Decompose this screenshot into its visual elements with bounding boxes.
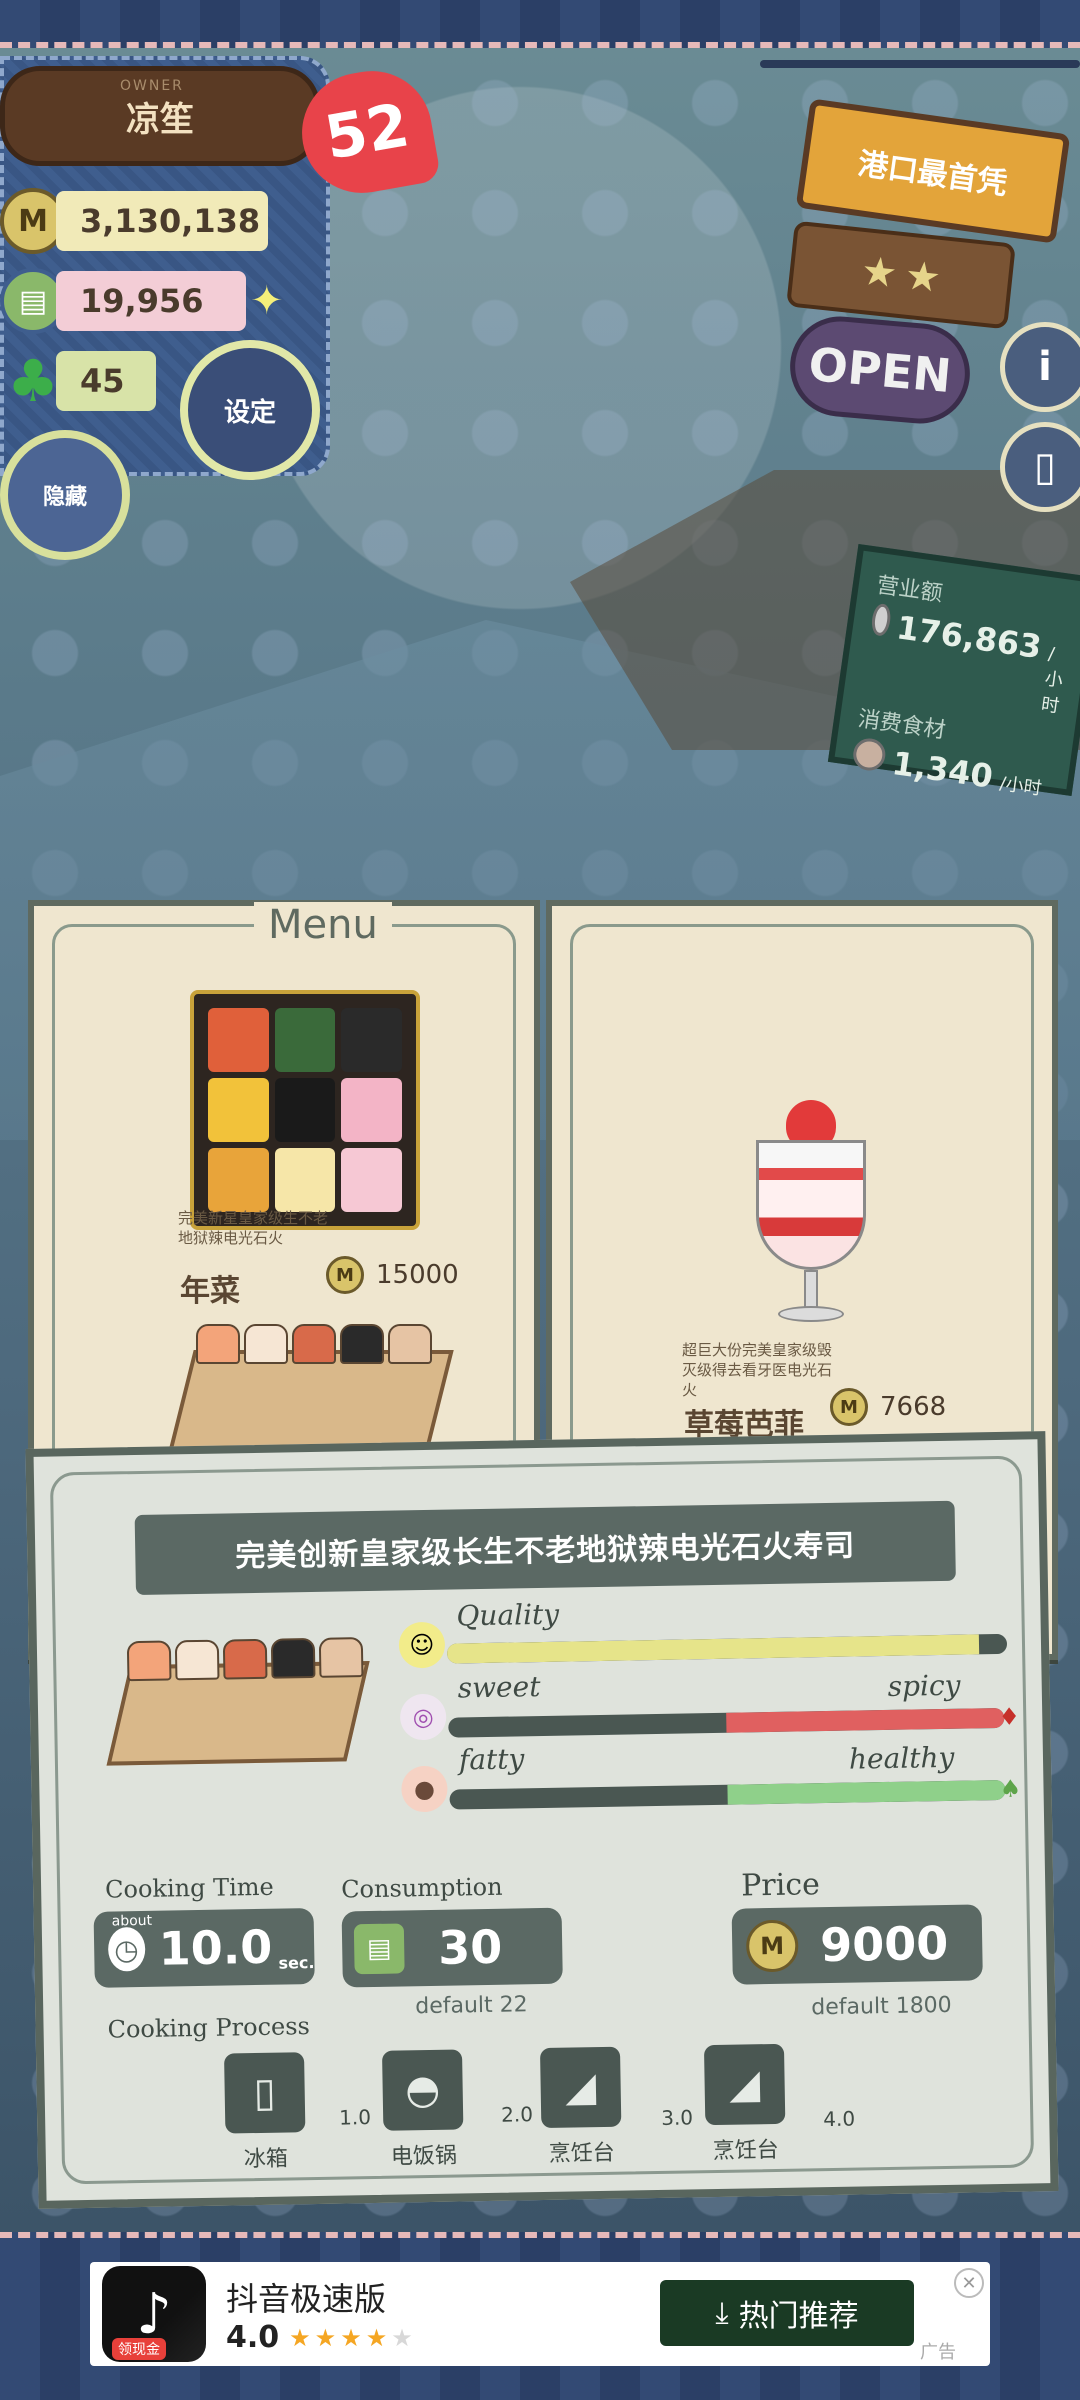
cooking-time-box: about ◷ 10.0 sec. <box>93 1908 315 1988</box>
open-status: OPEN <box>806 336 954 404</box>
consumption-box[interactable]: ▤ 30 <box>341 1907 563 1988</box>
process-step-time: 4.0 <box>823 2106 856 2132</box>
dish-price: M 15000 <box>326 1256 459 1294</box>
coin-icon <box>870 602 892 637</box>
cooking-time-unit: sec. <box>278 1952 315 1973</box>
coin-icon: M <box>745 1919 799 1973</box>
rice-cooker-icon: ◓ <box>382 2049 464 2131</box>
ad-tag: 广告 <box>920 2342 956 2363</box>
ad-rating-value: 4.0 <box>226 2320 280 2355</box>
dish-description: 完美新星皇家级生不老地狱辣电光石火 <box>178 1209 329 1247</box>
healthy-label: healthy <box>848 1740 955 1776</box>
cooking-process-label: Cooking Process <box>107 2012 311 2044</box>
star-icon: ★ <box>858 247 900 298</box>
basket-icon: ▤ <box>353 1923 405 1975</box>
process-step-rice-cooker: ◓ 电饭锅 <box>362 2049 484 2171</box>
ad-cta-label: 热门推荐 <box>738 2299 859 2334</box>
cooking-time-label: Cooking Time <box>104 1872 274 1904</box>
top-border <box>0 0 1080 48</box>
coin-icon: M <box>830 1388 868 1426</box>
revenue-board: 营业额 176,863 /小时 消费食材 1,340 /小时 <box>827 543 1080 800</box>
dish-price: M 7668 <box>830 1388 946 1426</box>
fridge-icon: ▯ <box>224 2052 306 2134</box>
consumption-value: 30 <box>437 1919 503 1975</box>
dish-detail-card: 完美创新皇家级长生不老地狱辣电光石火寿司 ☺ Quality ◎ sweet s… <box>25 1431 1059 2209</box>
cooking-time-value: 10.0 <box>158 1919 273 1976</box>
basket-icon <box>851 736 888 773</box>
sweet-label: sweet <box>457 1670 541 1705</box>
menu-title: Menu <box>254 902 392 948</box>
shop-name: 港口最首凭 <box>855 146 1010 203</box>
knife-icon: ◢ <box>539 2046 622 2129</box>
process-step-label: 烹饪台 <box>548 2140 616 2167</box>
price-label: Price <box>740 1867 821 1904</box>
clovers-value: 45 <box>56 351 156 411</box>
owner-label: OWNER <box>120 78 184 94</box>
parfait-dish-image[interactable] <box>756 1100 866 1330</box>
owner-name: 凉笙 <box>126 99 194 140</box>
ingredients-value: 19,956 <box>56 271 246 331</box>
quality-label: Quality <box>456 1597 560 1633</box>
star-icon: ★ <box>902 252 944 303</box>
heart-count: 52 <box>319 90 415 174</box>
osechi-dish-image[interactable] <box>190 990 420 1230</box>
coins-row: M 3,130,138 <box>0 186 268 256</box>
consumption-label: Consumption <box>340 1872 503 1904</box>
hide-label: 隐藏 <box>42 485 87 510</box>
process-step-label: 电饭锅 <box>390 2143 458 2170</box>
dish-price-value: 15000 <box>376 1260 459 1290</box>
consumption-default: default 22 <box>415 1992 528 2020</box>
knife-icon: ◢ <box>703 2043 786 2126</box>
price-default: default 1800 <box>811 1992 952 2021</box>
close-icon[interactable]: ✕ <box>954 2268 984 2298</box>
coin-icon: M <box>326 1256 364 1294</box>
revenue-unit: /小时 <box>1039 643 1065 718</box>
process-step-cooking-station: ◢ 烹饪台 <box>684 2043 806 2165</box>
cooking-time-about: about <box>111 1912 153 1930</box>
ingredients-row: ▤ 19,956 ✦ <box>0 266 284 336</box>
hide-button[interactable]: 隐藏 <box>0 430 130 560</box>
spicy-label: spicy <box>887 1668 961 1703</box>
ad-app-name: 抖音极速版 <box>226 2280 387 2318</box>
ad-cta-button[interactable]: ⤓ 热门推荐 <box>660 2280 914 2346</box>
price-box[interactable]: M 9000 <box>731 1904 983 1985</box>
download-icon: ⤓ <box>715 2295 729 2331</box>
ad-banner[interactable]: ♪ 领现金 抖音极速版 4.0 ★★★★★ ⤓ 热门推荐 ✕ 广告 <box>90 2262 990 2366</box>
coins-value: 3,130,138 <box>56 191 268 251</box>
fatty-label: fatty <box>458 1742 525 1777</box>
recipe-book-button[interactable]: ▯ <box>1000 422 1080 512</box>
book-icon: ▯ <box>1033 444 1056 490</box>
stopwatch-icon: ◷ <box>107 1926 146 1972</box>
sushi-pieces <box>126 1637 364 1682</box>
process-step-fridge: ▯ 冰箱 <box>204 2052 326 2174</box>
sparkle-icon: ✦ <box>250 278 284 324</box>
clovers-row: ♣ 45 <box>0 346 156 416</box>
sushi-pieces <box>196 1324 432 1364</box>
dish-description: 超巨大份完美皇家级毁灭级得去看牙医电光石火 <box>682 1341 833 1399</box>
settings-button[interactable]: 设定 <box>180 340 320 480</box>
sign-bracket <box>760 60 1080 68</box>
process-step-label: 烹饪台 <box>712 2137 780 2165</box>
star-rating-icon: ★★★★★ <box>289 2323 417 2352</box>
process-step-label: 冰箱 <box>243 2146 289 2173</box>
info-icon: i <box>1038 344 1052 390</box>
dish-name: 年菜 <box>180 1274 240 1309</box>
ad-rating: 4.0 ★★★★★ <box>226 2320 417 2355</box>
info-button[interactable]: i <box>1000 322 1080 412</box>
consumption-unit: /小时 <box>998 773 1043 800</box>
process-step-cooking-station: ◢ 烹饪台 <box>520 2046 642 2168</box>
settings-label: 设定 <box>223 397 276 428</box>
ad-logo-tag: 领现金 <box>112 2338 166 2360</box>
dish-detail-title: 完美创新皇家级长生不老地狱辣电光石火寿司 <box>134 1500 956 1596</box>
price-value: 9000 <box>819 1915 949 1973</box>
dish-price-value: 7668 <box>880 1392 947 1422</box>
